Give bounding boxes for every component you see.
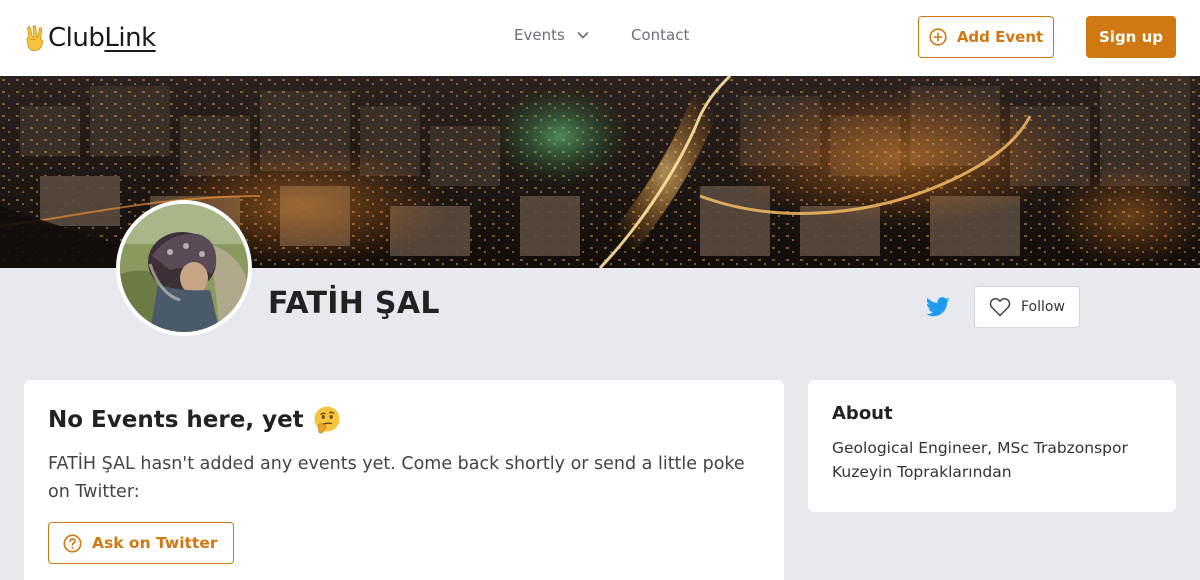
events-dropdown-label: Events — [514, 26, 565, 44]
ask-on-twitter-label: Ask on Twitter — [92, 534, 218, 552]
twitter-icon[interactable] — [926, 296, 950, 318]
sign-up-button[interactable]: Sign up — [1086, 16, 1176, 58]
logo-text-link: Link — [104, 23, 156, 53]
ask-on-twitter-button[interactable]: Ask on Twitter — [48, 522, 235, 564]
profile-name: FATİH ŞAL — [268, 286, 440, 321]
events-empty-heading: No Events here, yet — [48, 404, 760, 436]
heart-outline-icon — [989, 298, 1011, 317]
question-circle-icon — [63, 534, 82, 552]
plus-circle-icon — [929, 28, 947, 46]
profile-avatar — [116, 200, 252, 336]
logo-wordmark: ClubLink — [48, 20, 156, 56]
contact-link[interactable]: Contact — [631, 26, 689, 44]
about-card: About Geological Engineer, MSc Trabzonsp… — [808, 380, 1176, 512]
victory-hand-icon — [26, 25, 43, 51]
about-title: About — [832, 403, 893, 424]
add-event-button[interactable]: Add Event — [918, 16, 1054, 58]
clublink-logo[interactable]: ClubLink — [24, 20, 156, 56]
follow-button[interactable]: Follow — [974, 286, 1080, 328]
avatar-image — [120, 204, 248, 332]
chevron-down-icon — [577, 32, 589, 39]
events-empty-title: No Events here, yet — [48, 407, 304, 433]
logo-text-club: Club — [48, 23, 105, 53]
events-empty-description: FATİH ŞAL hasn't added any events yet. C… — [48, 454, 745, 502]
top-navigation: ClubLink Events Contact Add Event Sign u… — [0, 0, 1200, 76]
add-event-label: Add Event — [956, 28, 1044, 46]
follow-label: Follow — [1021, 299, 1065, 315]
thinking-face-icon — [314, 406, 340, 434]
events-dropdown[interactable]: Events — [514, 26, 591, 44]
events-card: No Events here, yet FATİH ŞAL hasn't add… — [24, 380, 784, 580]
about-text: Geological Engineer, MSc Trabzonspor Kuz… — [832, 439, 1128, 481]
